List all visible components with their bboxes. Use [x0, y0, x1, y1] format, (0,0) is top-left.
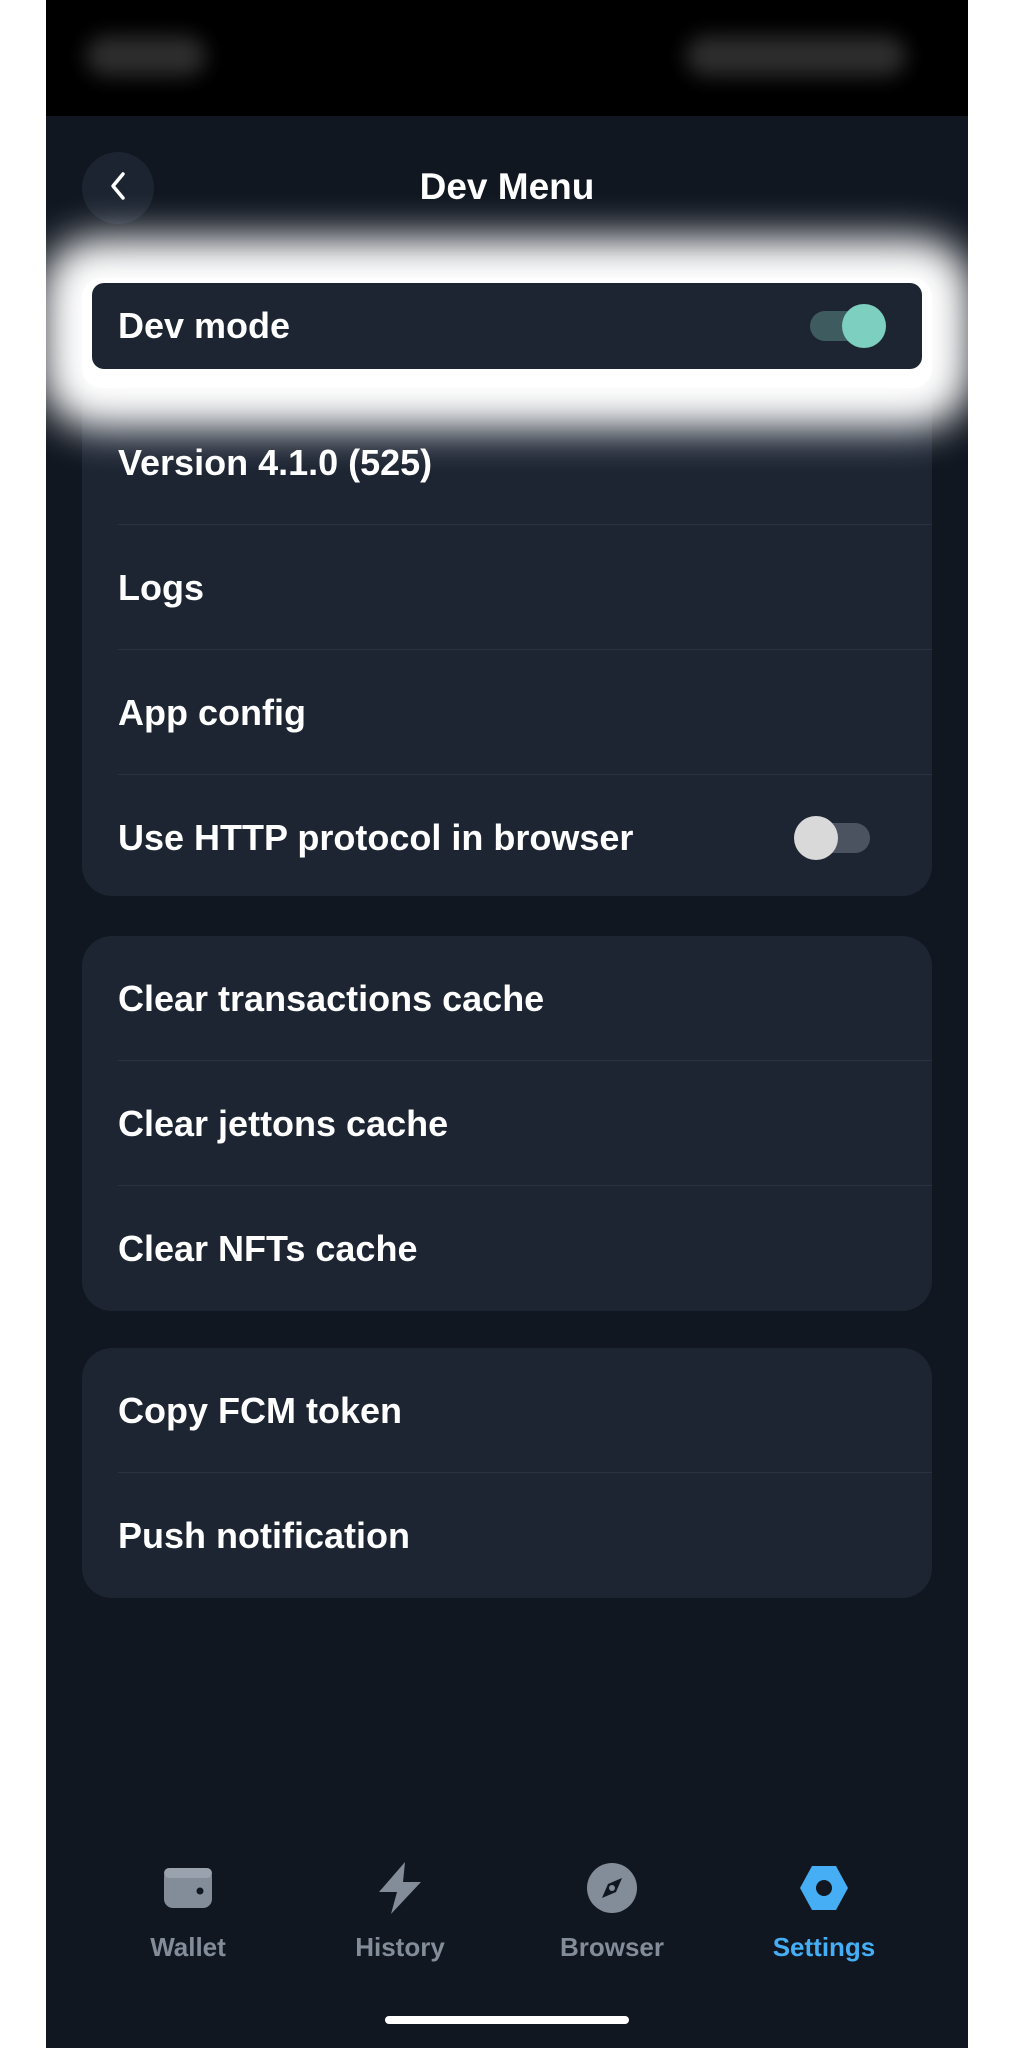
clear-jettons-row[interactable]: Clear jettons cache	[82, 1061, 932, 1186]
tab-history-label: History	[355, 1932, 445, 1962]
push-notification-label: Push notification	[118, 1514, 410, 1556]
clear-nfts-row[interactable]: Clear NFTs cache	[82, 1186, 932, 1311]
dev-mode-toggle[interactable]	[810, 304, 886, 348]
tab-browser[interactable]: Browser	[512, 1860, 712, 1980]
version-row[interactable]: Version 4.1.0 (525)	[82, 400, 932, 525]
settings-group-general: Version 4.1.0 (525) Logs App config Use …	[82, 374, 932, 896]
tab-wallet-label: Wallet	[150, 1932, 226, 1962]
status-icons-blurred	[686, 36, 906, 76]
tab-settings-label: Settings	[772, 1932, 876, 1962]
home-indicator	[385, 2016, 629, 2024]
copy-fcm-label: Copy FCM token	[118, 1389, 402, 1431]
gear-icon	[796, 1860, 852, 1916]
logs-row[interactable]: Logs	[82, 525, 932, 650]
http-protocol-label: Use HTTP protocol in browser	[118, 816, 634, 858]
clear-jettons-label: Clear jettons cache	[118, 1102, 449, 1144]
tab-wallet[interactable]: Wallet	[88, 1860, 288, 1980]
version-label: Version 4.1.0 (525)	[118, 441, 433, 483]
settings-group-notifications: Copy FCM token Push notification	[82, 1348, 932, 1598]
http-protocol-toggle[interactable]	[794, 815, 870, 860]
compass-icon	[584, 1860, 640, 1916]
clear-transactions-row[interactable]: Clear transactions cache	[82, 936, 932, 1061]
copy-fcm-row[interactable]: Copy FCM token	[82, 1348, 932, 1473]
logs-label: Logs	[118, 566, 204, 608]
tab-history[interactable]: History	[300, 1860, 500, 1980]
dev-mode-row[interactable]: Dev mode	[92, 283, 922, 369]
lightning-icon	[372, 1860, 428, 1916]
settings-group-cache: Clear transactions cache Clear jettons c…	[82, 936, 932, 1311]
wallet-icon	[160, 1860, 216, 1916]
tab-settings[interactable]: Settings	[724, 1860, 924, 1980]
toggle-knob	[842, 304, 886, 348]
push-notification-row[interactable]: Push notification	[82, 1473, 932, 1598]
status-time-blurred	[86, 36, 206, 76]
tab-browser-label: Browser	[559, 1932, 665, 1962]
app-config-label: App config	[118, 691, 306, 733]
app-screen: Dev Menu Version 4.1.0 (525) Logs App co…	[46, 0, 968, 2048]
http-protocol-row[interactable]: Use HTTP protocol in browser	[82, 775, 932, 896]
dev-mode-label: Dev mode	[118, 305, 291, 346]
status-bar	[46, 0, 968, 116]
clear-transactions-label: Clear transactions cache	[118, 977, 545, 1019]
tab-bar: Wallet History Browser Settings	[46, 1860, 968, 1980]
app-config-row[interactable]: App config	[82, 650, 932, 775]
toggle-knob	[794, 815, 838, 860]
clear-nfts-label: Clear NFTs cache	[118, 1227, 418, 1269]
page-title: Dev Menu	[419, 166, 595, 207]
header: Dev Menu	[46, 116, 968, 262]
